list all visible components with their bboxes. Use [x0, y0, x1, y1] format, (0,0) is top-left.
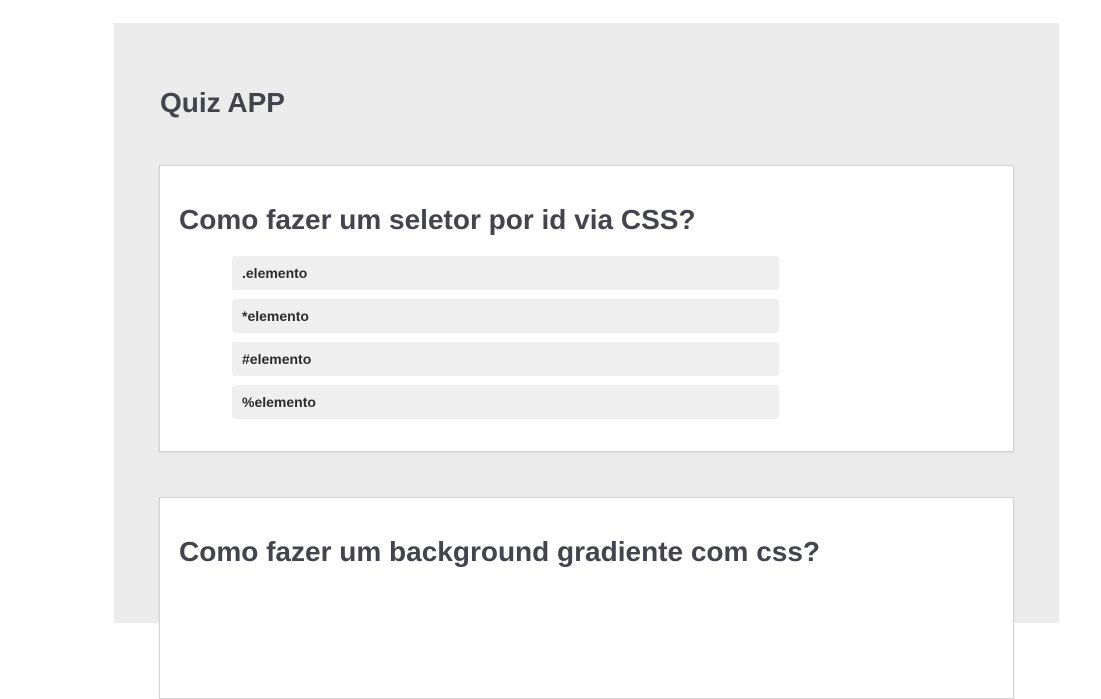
answer-option[interactable]: #elemento	[232, 342, 779, 376]
question-title: Como fazer um background gradiente com c…	[179, 536, 821, 567]
answer-option[interactable]: %elemento	[232, 385, 779, 419]
app-title: Quiz APP	[160, 87, 285, 118]
question-title: Como fazer um seletor por id via CSS?	[179, 204, 696, 235]
question-card: Como fazer um seletor por id via CSS? .e…	[159, 165, 1014, 452]
question-card: Como fazer um background gradiente com c…	[159, 497, 1014, 699]
answer-option[interactable]: .elemento	[232, 256, 779, 290]
answer-option[interactable]: *elemento	[232, 299, 779, 333]
answer-list: .elemento *elemento #elemento %elemento	[232, 256, 779, 428]
quiz-app-container: Quiz APP Como fazer um seletor por id vi…	[114, 23, 1059, 699]
